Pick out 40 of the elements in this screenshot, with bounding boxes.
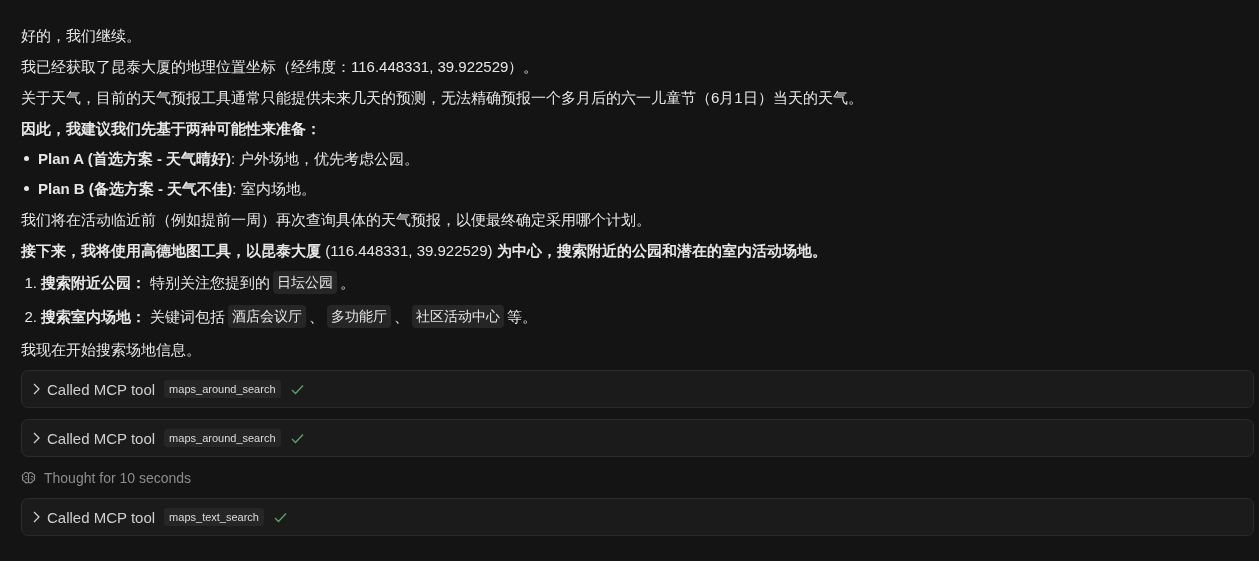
chevron-icon: [32, 511, 41, 523]
list-text: 搜索室内场地： 关键词包括: [41, 307, 226, 327]
check-icon: [290, 383, 304, 395]
tool-call-card[interactable]: Called MCP tool maps_around_search: [21, 419, 1254, 457]
check-icon: [290, 432, 304, 444]
inline-code: 酒店会议厅: [228, 305, 307, 328]
tool-call-label: Called MCP tool: [47, 380, 156, 398]
inline-code: 社区活动中心: [412, 305, 505, 328]
message-paragraph: 接下来，我将使用高德地图工具，以昆泰大厦 (116.448331, 39.922529) 为中心，搜索附近的公园和潜在的室内活动场地。: [21, 241, 828, 261]
brain-icon: [21, 471, 37, 485]
message-paragraph: 因此，我建议我们先基于两种可能性来准备：: [21, 119, 322, 139]
tool-call-card[interactable]: Called MCP tool maps_around_search: [21, 370, 1254, 408]
message-paragraph: 我们将在活动临近前（例如提前一周）再次查询具体的天气预报，以便最终确定采用哪个计划。: [21, 210, 652, 230]
list-number: 2.: [23, 307, 37, 327]
tool-call-label: Called MCP tool: [47, 508, 156, 526]
tool-name: maps_text_search: [164, 508, 264, 526]
list-text: 、: [394, 307, 410, 327]
tool-name: maps_around_search: [164, 380, 281, 398]
thought-status: Thought for 10 seconds: [44, 470, 192, 486]
tool-call-label: Called MCP tool: [47, 429, 156, 447]
chevron-icon: [32, 383, 41, 395]
message-paragraph: 关于天气，目前的天气预报工具通常只能提供未来几天的预测，无法精确预报一个多月后的六一儿童节（6月1日）当天的天气。: [21, 88, 864, 108]
list-text: 、: [309, 307, 325, 327]
inline-code: 日坛公园: [273, 271, 338, 294]
bullet-icon: [24, 156, 29, 161]
list-text: 。: [340, 273, 356, 293]
bullet-text: Plan A (首选方案 - 天气晴好): 户外场地，优先考虑公园。: [38, 149, 420, 169]
tool-name: maps_around_search: [164, 429, 281, 447]
message-paragraph: 我已经获取了昆泰大厦的地理位置坐标（经纬度：116.448331, 39.922529）。: [21, 57, 540, 77]
list-number: 1.: [23, 273, 37, 293]
message-paragraph: 我现在开始搜索场地信息。: [21, 340, 202, 360]
list-text: 搜索附近公园： 特别关注您提到的: [41, 273, 271, 293]
tool-call-card[interactable]: Called MCP tool maps_text_search: [21, 498, 1254, 536]
bullet-icon: [24, 186, 29, 191]
check-icon: [274, 511, 287, 523]
inline-code: 多功能厅: [327, 305, 392, 328]
bullet-text: Plan B (备选方案 - 天气不佳): 室内场地。: [38, 179, 316, 199]
chevron-icon: [32, 432, 41, 444]
list-text: 等。: [507, 307, 538, 327]
message-paragraph: 好的，我们继续。: [21, 26, 142, 46]
